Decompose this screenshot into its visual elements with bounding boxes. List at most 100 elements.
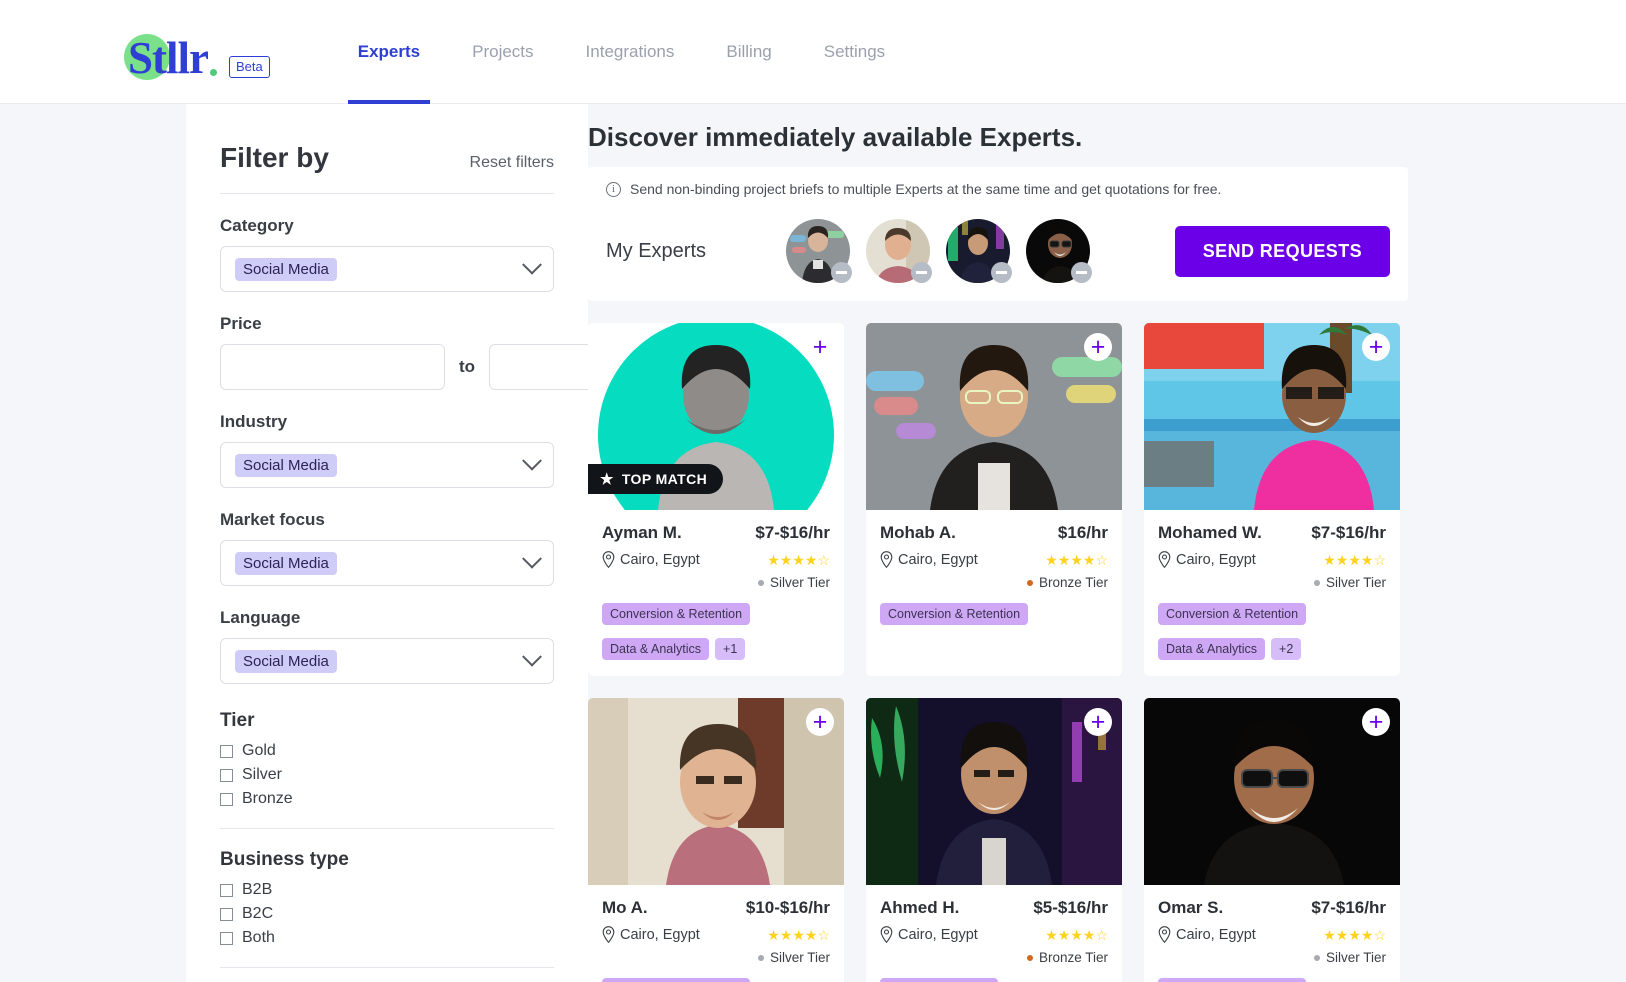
expert-photo-image — [866, 323, 1122, 510]
expert-card[interactable]: + ★ TOP MATCH Ayman M. $7-$16/hr Cairo, … — [588, 323, 844, 676]
tier-option-silver[interactable]: Silver — [220, 766, 554, 784]
checkbox-icon[interactable] — [220, 768, 233, 782]
checkbox-icon[interactable] — [220, 792, 233, 806]
selected-avatars — [786, 219, 1092, 283]
tier-option-gold[interactable]: Gold — [220, 742, 554, 760]
category-select[interactable]: Social Media — [220, 246, 554, 292]
nav-item-projects[interactable]: Projects — [446, 0, 559, 104]
expert-card[interactable]: + Omar S. $7-$16/hr Cairo, Egypt ★★★★☆ S… — [1144, 698, 1400, 982]
nav-item-experts[interactable]: Experts — [332, 0, 446, 104]
expert-photo: + — [866, 698, 1122, 885]
expert-photo-image — [1144, 698, 1400, 885]
reset-filters-link[interactable]: Reset filters — [470, 154, 554, 172]
add-expert-button[interactable]: + — [1362, 708, 1390, 736]
expert-location-text: Cairo, Egypt — [1176, 551, 1256, 568]
expert-location-text: Cairo, Egypt — [898, 926, 978, 943]
avatar[interactable] — [786, 219, 852, 283]
remove-avatar-button[interactable] — [1071, 262, 1092, 283]
expert-photo-image — [866, 698, 1122, 885]
expert-tier: Bronze Tier — [1026, 575, 1108, 590]
price-range-row: to — [220, 344, 715, 390]
business-type-option-label: B2C — [242, 905, 274, 922]
market-focus-select[interactable]: Social Media — [220, 540, 554, 586]
plus-icon: + — [1368, 333, 1384, 361]
remove-avatar-button[interactable] — [991, 262, 1012, 283]
divider — [220, 193, 554, 194]
expert-tier-label: Bronze Tier — [1038, 575, 1108, 590]
business-type-section-title: Business type — [220, 849, 349, 870]
avatar[interactable] — [866, 219, 932, 283]
tier-option-bronze[interactable]: Bronze — [220, 790, 554, 808]
plus-icon: + — [1368, 708, 1384, 736]
expert-tier: Silver Tier — [1313, 950, 1386, 965]
remove-avatar-button[interactable] — [831, 262, 852, 283]
avatar[interactable] — [946, 219, 1012, 283]
add-expert-button[interactable]: + — [1084, 708, 1112, 736]
expert-tag-more[interactable]: +2 — [1271, 638, 1302, 660]
remove-avatar-button[interactable] — [911, 262, 932, 283]
checkbox-icon[interactable] — [220, 907, 233, 921]
plus-icon: + — [812, 333, 828, 361]
nav-item-settings[interactable]: Settings — [798, 0, 911, 104]
expert-tags: Content Marketing — [880, 978, 1108, 982]
plus-icon: + — [1090, 708, 1106, 736]
checkbox-icon[interactable] — [220, 744, 233, 758]
expert-card[interactable]: + Mohamed W. $7-$16/hr Cairo, Egypt ★★★★… — [1144, 323, 1400, 676]
top-match-badge: ★ TOP MATCH — [588, 464, 724, 494]
industry-select[interactable]: Social Media — [220, 442, 554, 488]
expert-card-body: Omar S. $7-$16/hr Cairo, Egypt ★★★★☆ Sil… — [1144, 885, 1400, 982]
expert-card[interactable]: + Mohab A. $16/hr Cairo, Egypt ★★★★☆ Bro… — [866, 323, 1122, 676]
expert-tag: Conversion & Retention — [602, 978, 751, 982]
main-inner: Discover immediately available Experts. … — [588, 122, 1408, 982]
tier-option-label: Gold — [242, 742, 276, 759]
logo[interactable]: Stllr Beta — [124, 32, 270, 84]
expert-tag: Content Marketing — [880, 978, 999, 982]
tier-dot-icon — [1313, 954, 1320, 961]
chevron-down-icon — [522, 254, 542, 275]
expert-card-body: Mo A. $10-$16/hr Cairo, Egypt ★★★★☆ Silv… — [588, 885, 844, 982]
industry-label: Industry — [220, 412, 288, 431]
expert-rating: ★★★★☆ — [767, 926, 830, 943]
add-expert-button[interactable]: + — [806, 708, 834, 736]
expert-card-body: Mohab A. $16/hr Cairo, Egypt ★★★★☆ Bronz… — [866, 510, 1122, 641]
nav-item-billing[interactable]: Billing — [700, 0, 797, 104]
expert-tag-more[interactable]: +1 — [715, 638, 746, 660]
add-expert-button[interactable]: + — [1084, 333, 1112, 361]
expert-card[interactable]: + Mo A. $10-$16/hr Cairo, Egypt ★★★★☆ Si… — [588, 698, 844, 982]
market-focus-label: Market focus — [220, 510, 325, 529]
info-icon: i — [606, 181, 621, 197]
price-separator: to — [459, 357, 476, 376]
price-min-input[interactable] — [220, 344, 445, 390]
expert-name: Ahmed H. — [880, 898, 960, 917]
nav-item-integrations[interactable]: Integrations — [560, 0, 701, 104]
business-type-option-b2c[interactable]: B2C — [220, 905, 554, 923]
avatar[interactable] — [1026, 219, 1092, 283]
business-type-option-b2b[interactable]: B2B — [220, 881, 554, 899]
expert-name: Omar S. — [1158, 898, 1224, 917]
market-focus-chip: Social Media — [235, 551, 337, 575]
checkbox-icon[interactable] — [220, 931, 233, 945]
location-pin-icon — [1158, 551, 1171, 568]
my-experts-panel: i Send non-binding project briefs to mul… — [588, 167, 1408, 301]
add-expert-button[interactable]: + — [1362, 333, 1390, 361]
tier-dot-icon — [757, 954, 764, 961]
language-select[interactable]: Social Media — [220, 638, 554, 684]
notice-text: Send non-binding project briefs to multi… — [630, 181, 1222, 197]
logo-dot-icon — [210, 69, 217, 76]
plus-icon: + — [1090, 333, 1106, 361]
language-chip: Social Media — [235, 649, 337, 673]
business-type-option-both[interactable]: Both — [220, 929, 554, 947]
send-requests-button[interactable]: SEND REQUESTS — [1174, 225, 1390, 277]
filter-header: Filter by Reset filters — [220, 142, 554, 174]
checkbox-icon[interactable] — [220, 883, 233, 897]
expert-location-text: Cairo, Egypt — [620, 926, 700, 943]
expert-tag: Data & Analytics — [1158, 638, 1266, 660]
expert-location-text: Cairo, Egypt — [620, 551, 700, 568]
expert-price: $10-$16/hr — [745, 898, 830, 917]
expert-location: Cairo, Egypt — [1158, 551, 1256, 568]
business-type-option-label: B2B — [242, 881, 273, 898]
expert-card[interactable]: + Ahmed H. $5-$16/hr Cairo, Egypt ★★★★☆ … — [866, 698, 1122, 982]
add-expert-button[interactable]: + — [806, 333, 834, 361]
category-chip: Social Media — [235, 257, 337, 281]
expert-photo: + ★ TOP MATCH — [588, 323, 844, 510]
